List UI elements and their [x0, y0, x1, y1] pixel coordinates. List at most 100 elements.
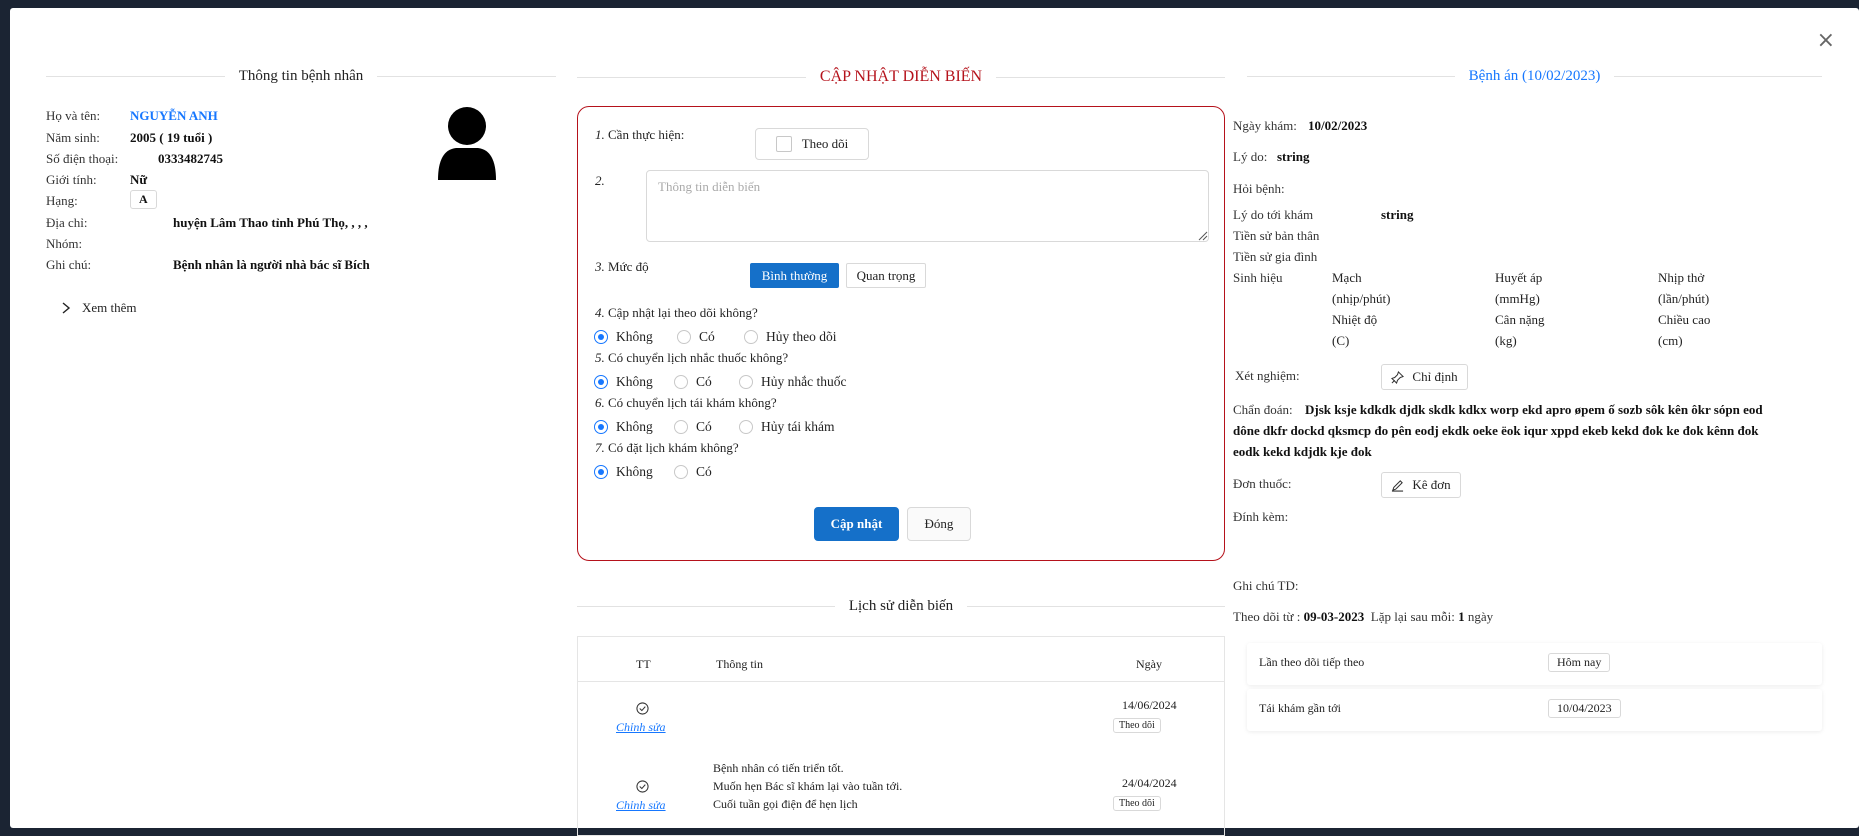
attachment-label: Đính kèm: [1233, 509, 1289, 524]
personal-history-label: Tiền sử bản thân [1233, 228, 1320, 243]
radio-checked [594, 375, 608, 389]
q7-text: Có đặt lịch khám không? [608, 440, 739, 455]
avatar [438, 107, 496, 180]
update-header: CẬP NHẬT DIỄN BIẾN [577, 68, 1225, 86]
tests-label: Xét nghiệm: [1235, 368, 1300, 383]
q7-option-yes[interactable]: Có [674, 464, 712, 480]
q6-option-yes[interactable]: Có [674, 419, 712, 435]
reason-value: string [1277, 149, 1310, 164]
patient-gender: Nữ [130, 172, 148, 187]
vital-name: Huyết áp [1495, 270, 1543, 285]
q3-label: 3. Mức độ [595, 259, 649, 275]
close-button[interactable]: Đóng [907, 507, 971, 541]
see-more-link[interactable]: Xem thêm [60, 300, 137, 316]
progress-textarea[interactable]: Thông tin diễn biến [646, 170, 1209, 242]
see-more-label: Xem thêm [82, 300, 137, 315]
q1-label: 1. Cần thực hiện: [595, 127, 684, 143]
q4-option-no[interactable]: Không [594, 329, 653, 345]
patient-name: NGUYỄN ANH [130, 108, 218, 123]
radio-unchecked [677, 330, 691, 344]
q6-option-no-label: Không [616, 419, 653, 434]
vital-unit: (C) [1332, 333, 1350, 348]
patient-birth: 2005 ( 19 tuổi ) [130, 130, 213, 145]
edit-link[interactable]: Chỉnh sửa [616, 720, 666, 735]
q4-text: Cập nhật lại theo dõi không? [608, 305, 758, 320]
next-follow-tag: Hôm nay [1548, 653, 1611, 672]
q5-option-yes[interactable]: Có [674, 374, 712, 390]
q7-option-yes-label: Có [696, 464, 712, 479]
vitals-label: Sinh hiệu [1233, 270, 1283, 285]
update-title: CẬP NHẬT DIỄN BIẾN [819, 68, 983, 85]
vital-unit: (kg) [1495, 333, 1517, 348]
history-table: TT Thông tin Ngày Chỉnh sửa 14/06/2024 T… [577, 636, 1225, 836]
record-header: Bệnh án (10/02/2023) [1247, 68, 1822, 85]
q4-option-yes-label: Có [699, 329, 715, 344]
radio-unchecked [744, 330, 758, 344]
repeat-label: Lặp lại sau mỗi: [1370, 609, 1455, 624]
q7-option-no[interactable]: Không [594, 464, 653, 480]
order-tests-button[interactable]: Chỉ định [1381, 364, 1468, 390]
next-follow-label: Lần theo dõi tiếp theo [1259, 655, 1365, 669]
q7-num: 7. [595, 440, 605, 455]
edit-icon [1392, 479, 1404, 492]
diagnosis-line: Djsk ksje kdkdk djdk skdk kdkx worp ekd … [1305, 402, 1763, 417]
severity-important-button[interactable]: Quan trọng [846, 263, 926, 288]
q2-num-text: 2. [595, 173, 605, 188]
follow-checkbox[interactable]: Theo dõi [755, 128, 869, 160]
resize-handle-icon[interactable] [1198, 231, 1208, 241]
field-label-address: Địa chỉ: [46, 215, 88, 230]
follow-note-label: Ghi chú TD: [1233, 578, 1299, 593]
follow-from-label: Theo dõi từ : [1233, 609, 1301, 624]
q4-option-cancel[interactable]: Hủy theo dõi [744, 329, 837, 345]
rank-wrap: A [130, 190, 157, 209]
vital-name: Nhịp thở [1658, 270, 1705, 285]
q1-text: Cần thực hiện: [608, 127, 685, 142]
prescribe-button[interactable]: Kê đơn [1381, 472, 1461, 498]
family-history-label: Tiền sử gia đình [1233, 249, 1318, 264]
field-label-phone: Số điện thoại: [46, 151, 119, 166]
q5-text: Có chuyển lịch nhắc thuốc không? [608, 350, 789, 365]
q5-option-cancel[interactable]: Hủy nhắc thuốc [739, 374, 846, 390]
next-follow-card: Lần theo dõi tiếp theo Hôm nay [1247, 643, 1822, 685]
q7-option-no-label: Không [616, 464, 653, 479]
radio-unchecked [674, 375, 688, 389]
field-label-birth: Năm sinh: [46, 130, 100, 145]
patient-info-title: Thông tin bệnh nhân [238, 68, 364, 84]
radio-unchecked [739, 375, 753, 389]
radio-checked [594, 330, 608, 344]
history-title: Lịch sử diễn biến [848, 598, 954, 614]
repeat-unit: ngày [1467, 609, 1494, 624]
vital-name: Nhiệt độ [1332, 312, 1378, 327]
row-status-tag: Theo dõi [1113, 718, 1161, 733]
row-date: 24/04/2024 [1122, 776, 1177, 790]
field-label-group: Nhóm: [46, 236, 83, 251]
q5-label: 5. Có chuyển lịch nhắc thuốc không? [595, 350, 788, 366]
q6-option-cancel[interactable]: Hủy tái khám [739, 419, 835, 435]
q4-num: 4. [595, 305, 605, 320]
q5-num: 5. [595, 350, 605, 365]
row-tag-wrap: Theo dõi [1113, 794, 1161, 811]
edit-link[interactable]: Chỉnh sửa [616, 798, 666, 813]
q1-num: 1. [595, 127, 605, 142]
q3-num: 3. [595, 259, 605, 274]
visit-date: 10/02/2023 [1308, 118, 1368, 133]
q6-option-no[interactable]: Không [594, 419, 653, 435]
severity-normal-button[interactable]: Bình thường [750, 263, 839, 288]
q4-label: 4. Cập nhật lại theo dõi không? [595, 305, 758, 321]
radio-unchecked [674, 420, 688, 434]
q5-option-no-label: Không [616, 374, 653, 389]
update-button[interactable]: Cập nhật [814, 507, 899, 541]
chevron-right-icon [62, 302, 71, 314]
row-status-tag: Theo dõi [1113, 796, 1161, 811]
vital-name: Mạch [1332, 270, 1362, 285]
q4-option-yes[interactable]: Có [677, 329, 715, 345]
q5-option-no[interactable]: Không [594, 374, 653, 390]
next-revisit-tag: 10/04/2023 [1548, 699, 1621, 718]
radio-unchecked [674, 465, 688, 479]
next-revisit-label: Tái khám gần tới [1259, 701, 1341, 715]
q6-num: 6. [595, 395, 605, 410]
follow-from-date: 09-03-2023 [1303, 609, 1365, 624]
close-icon[interactable]: × [1817, 30, 1835, 52]
row-tag-wrap: Theo dõi [1113, 716, 1161, 733]
next-revisit-card: Tái khám gần tới 10/04/2023 [1247, 689, 1822, 731]
